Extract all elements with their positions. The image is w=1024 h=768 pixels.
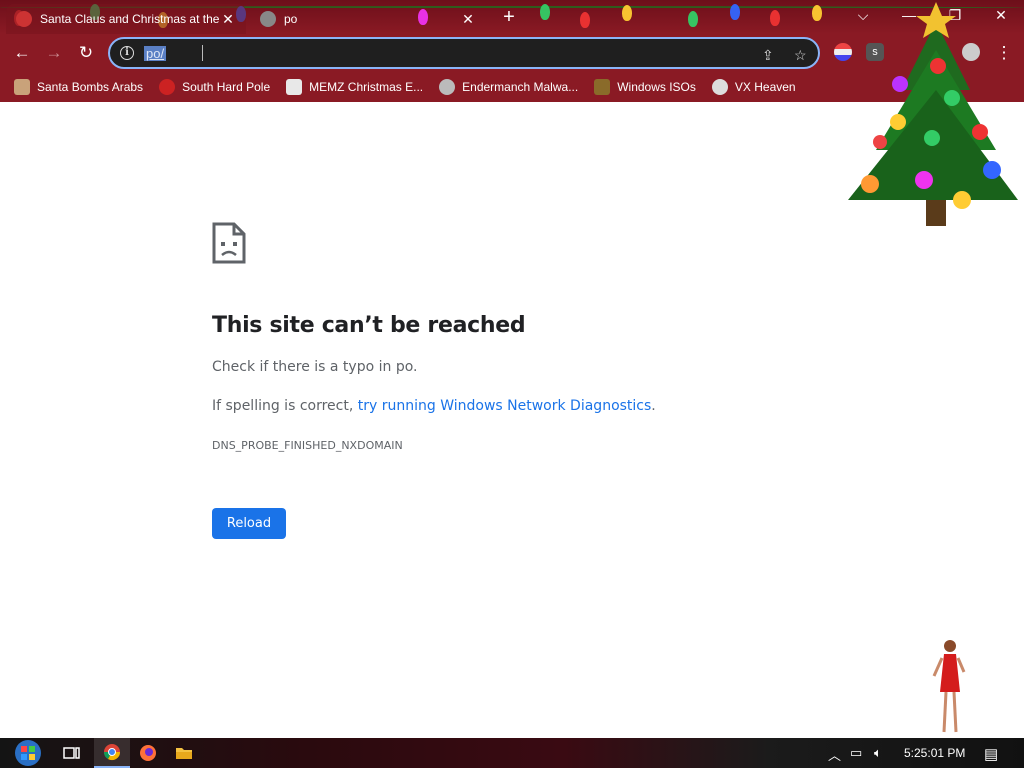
memz-icon — [286, 79, 303, 95]
tab-po[interactable]: po ✕ — [250, 4, 486, 34]
windows-taskbar: ︿ ▭ 🔈︎ 5:25:01 PM ▤ — [0, 738, 1024, 768]
light-bulb — [812, 5, 822, 21]
file-explorer-taskbar-button[interactable] — [170, 738, 198, 768]
tab-close-icon[interactable]: ✕ — [220, 11, 236, 28]
light-bulb — [688, 11, 698, 27]
forward-button[interactable]: → — [40, 39, 68, 67]
light-bulb — [540, 4, 550, 20]
bookmark-item[interactable]: Windows ISOs — [594, 79, 696, 95]
light-bulb — [730, 4, 740, 20]
globe-favicon-icon — [260, 11, 276, 27]
error-code: DNS_PROBE_FINISHED_NXDOMAIN — [212, 439, 403, 452]
light-bulb — [622, 5, 632, 21]
spelling-suffix: . — [651, 398, 656, 414]
site-info-icon[interactable]: i — [120, 46, 134, 60]
new-tab-button[interactable]: + — [498, 6, 520, 28]
firefox-taskbar-button[interactable] — [134, 738, 162, 768]
text-cursor — [202, 45, 204, 61]
chrome-icon — [103, 744, 121, 761]
bookmark-label: MEMZ Christmas E... — [309, 80, 424, 94]
back-button[interactable]: ← — [8, 39, 36, 67]
task-view-icon — [63, 747, 80, 759]
vx-heaven-icon — [711, 79, 728, 95]
sad-page-icon — [212, 222, 246, 264]
bookmark-item[interactable]: Santa Bombs Arabs — [14, 79, 143, 95]
error-heading: This site can’t be reached — [212, 313, 526, 338]
bookmark-label: VX Heaven — [734, 80, 796, 94]
tab-title: Santa Claus and Christmas at the — [40, 12, 220, 26]
spelling-hint: If spelling is correct, try running Wind… — [212, 398, 656, 414]
firefox-icon — [140, 745, 156, 761]
bookmark-label: Windows ISOs — [617, 80, 696, 94]
share-icon[interactable]: ⇪ — [762, 47, 774, 64]
bookmark-item[interactable]: South Hard Pole — [159, 79, 270, 95]
spelling-prefix: If spelling is correct, — [212, 398, 358, 414]
bookmark-star-icon[interactable]: ☆ — [794, 47, 807, 64]
network-diagnostics-link[interactable]: try running Windows Network Diagnostics — [358, 398, 652, 414]
endermanch-icon — [439, 79, 456, 95]
reload-button[interactable]: ↻ — [72, 39, 100, 67]
bookmark-label: Santa Bombs Arabs — [37, 80, 144, 94]
address-bar[interactable]: i po/ ⇪ ☆ — [108, 37, 820, 69]
tab-close-icon[interactable]: ✕ — [460, 11, 476, 28]
start-icon — [15, 740, 41, 766]
notifications-icon[interactable]: ▤ — [984, 745, 998, 763]
bookmark-item[interactable]: MEMZ Christmas E... — [286, 79, 423, 95]
start-button[interactable] — [8, 738, 48, 768]
tab-title: po — [284, 12, 298, 26]
volume-icon[interactable]: 🔈︎ — [874, 745, 882, 761]
bookmark-label: Endermanch Malwa... — [462, 80, 579, 94]
url-text[interactable]: po/ — [144, 45, 167, 61]
dancing-woman-icon — [932, 640, 966, 733]
chevron-up-icon[interactable]: ︿ — [828, 745, 841, 764]
windows-iso-icon — [594, 79, 611, 95]
chrome-taskbar-button[interactable] — [94, 738, 130, 768]
bookmark-item[interactable]: VX Heaven — [711, 79, 796, 95]
typo-hint: Check if there is a typo in po. — [212, 359, 418, 375]
santa-icon — [14, 79, 30, 95]
taskbar-clock[interactable]: 5:25:01 PM — [904, 746, 965, 760]
file-explorer-icon — [176, 748, 192, 759]
snowflake-icon — [159, 79, 176, 95]
task-view-button[interactable] — [58, 738, 86, 768]
light-bulb — [580, 12, 590, 28]
bookmark-item[interactable]: Endermanch Malwa... — [439, 79, 578, 95]
christmas-tree-icon — [848, 2, 1018, 226]
reload-page-button[interactable]: Reload — [212, 508, 286, 539]
bookmark-label: South Hard Pole — [182, 80, 271, 94]
tab-santa-claus[interactable]: Santa Claus and Christmas at the ✕ — [6, 4, 246, 34]
light-bulb — [770, 10, 780, 26]
santa-favicon-icon — [16, 11, 32, 27]
network-icon[interactable]: ▭ — [850, 745, 862, 761]
